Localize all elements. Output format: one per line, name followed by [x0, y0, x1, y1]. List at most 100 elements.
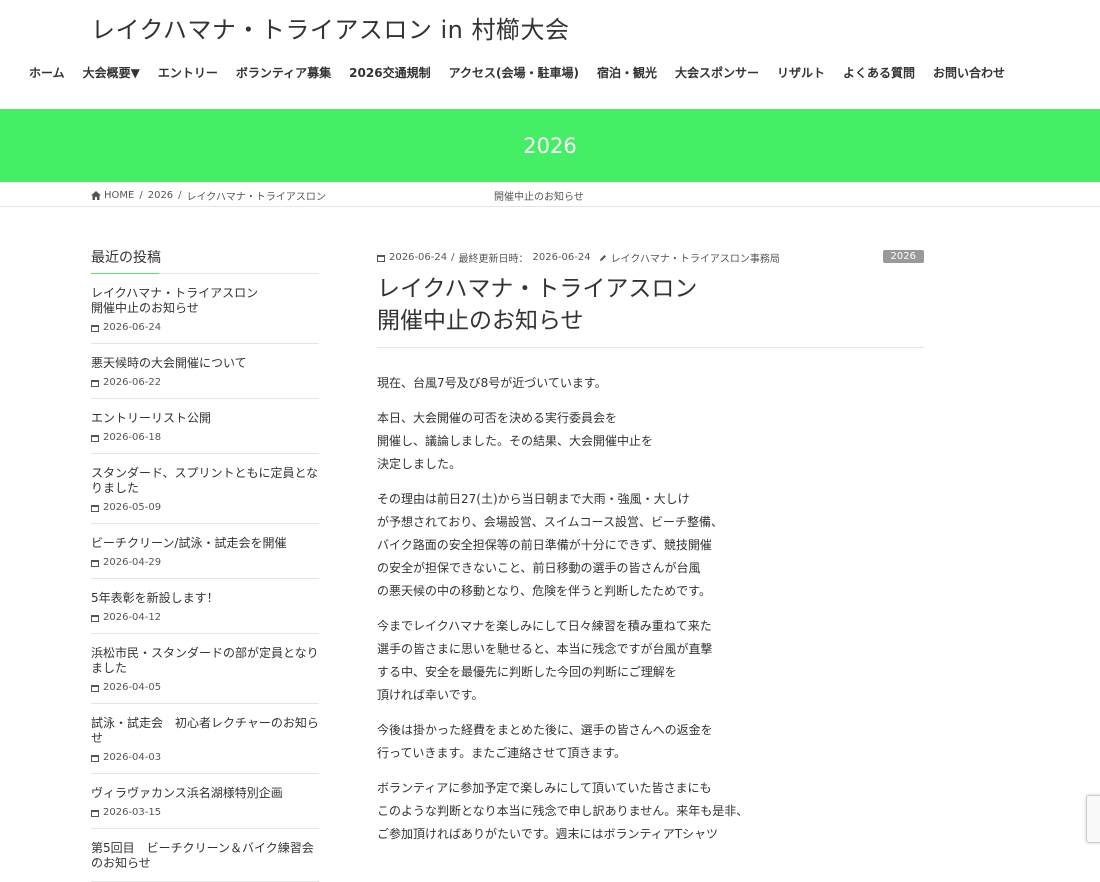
recent-post-link[interactable]: スタンダード、スプリントともに定員となりました	[91, 466, 319, 496]
post-author[interactable]: レイクハマナ・トライアスロン事務局	[611, 250, 780, 265]
breadcrumb-separator: /	[178, 190, 182, 201]
entry-content: 現在、台風7号及び8号が近づいています。 本日、大会開催の可否を決める実行委員会を…	[377, 372, 924, 846]
breadcrumb-home[interactable]: HOME	[104, 190, 134, 201]
recent-post-item: 第5回目 ビーチクリーン＆バイク練習会のお知らせ	[91, 829, 319, 882]
sidebar: 最近の投稿 レイクハマナ・トライアスロン 開催中止のお知らせ 2026-06-24…	[91, 247, 319, 882]
updated-label: 最終更新日時：	[458, 254, 529, 265]
paragraph: 現在、台風7号及び8号が近づいています。	[377, 372, 924, 395]
nav-item-entry[interactable]: エントリー	[158, 64, 218, 81]
nav-item-results[interactable]: リザルト	[777, 64, 825, 81]
calendar-icon	[91, 379, 99, 387]
banner-title: 2026	[523, 133, 577, 158]
paragraph: 本日、大会開催の可否を決める実行委員会を開催し、議論しました。その結果、大会開催…	[377, 407, 924, 476]
recent-post-link[interactable]: 悪天候時の大会開催について	[91, 356, 319, 371]
paragraph-line: 行っていきます。またご連絡させて頂きます。	[377, 746, 627, 760]
post-date: 2026-06-24	[389, 252, 448, 263]
calendar-icon	[91, 754, 99, 762]
calendar-icon	[91, 434, 99, 442]
recent-post-date-text: 2026-05-09	[103, 502, 162, 513]
recent-post-link[interactable]: 第5回目 ビーチクリーン＆バイク練習会のお知らせ	[91, 841, 319, 871]
recent-post-link[interactable]: 浜松市民・スタンダードの部が定員となりました	[91, 646, 319, 676]
paragraph-line: 現在、台風7号及び8号が近づいています。	[377, 376, 607, 390]
recent-posts-list: レイクハマナ・トライアスロン 開催中止のお知らせ 2026-06-24 悪天候時の大…	[91, 274, 319, 882]
recent-post-date-text: 2026-03-15	[103, 807, 162, 818]
paragraph-line: ご参加頂ければありがたいです。週末にはボランティアTシャツ	[377, 827, 719, 841]
breadcrumb-current-cont: 開催中止のお知らせ	[494, 192, 584, 203]
paragraph-line: ボランティアに参加予定で楽しみにして頂いていた皆さまにも	[377, 781, 712, 795]
breadcrumb-current: レイクハマナ・トライアスロン	[186, 192, 326, 203]
updated-date: 2026-06-24	[532, 252, 591, 263]
recent-post-date: 2026-06-22	[91, 377, 319, 388]
recent-post-date-text: 2026-06-24	[103, 322, 162, 333]
recent-post-date-text: 2026-04-03	[103, 752, 162, 763]
paragraph-line: 開催し、議論しました。その結果、大会開催中止を	[377, 434, 654, 448]
paragraph-line: 本日、大会開催の可否を決める実行委員会を	[377, 411, 618, 425]
calendar-icon	[91, 684, 99, 692]
main-article: 2026-06-24 / 最終更新日時： 2026-06-24 レイクハマナ・ト…	[377, 250, 924, 858]
paragraph-line: 決定しました。	[377, 457, 462, 471]
calendar-icon	[91, 504, 99, 512]
home-icon	[91, 191, 101, 200]
recent-post-item: 試泳・試走会 初心者レクチャーのお知らせ 2026-04-03	[91, 704, 319, 774]
recent-post-date-text: 2026-04-29	[103, 557, 162, 568]
calendar-icon	[91, 559, 99, 567]
recent-post-date-text: 2026-06-18	[103, 432, 162, 443]
breadcrumb-category[interactable]: 2026	[148, 190, 173, 201]
recent-post-link[interactable]: 5年表彰を新設します！	[91, 591, 319, 606]
meta-separator: /	[451, 252, 455, 263]
paragraph: その理由は前日27(土)から当日朝まで大雨・強風・大しけが予想されており、会場設…	[377, 488, 924, 603]
recent-post-link[interactable]: レイクハマナ・トライアスロン 開催中止のお知らせ	[91, 286, 319, 316]
nav-item-overview[interactable]: 大会概要▼	[83, 64, 140, 81]
global-nav: ホーム 大会概要▼ エントリー ボランティア募集 2026交通規制 アクセス(会…	[29, 64, 1023, 81]
nav-item-home[interactable]: ホーム	[29, 64, 65, 81]
paragraph-line: 選手の皆さまに思いを馳せると、本当に残念ですが台風が直撃	[377, 642, 713, 656]
paragraph-line: このような判断となり本当に残念で申し訳ありません。来年も是非、	[377, 804, 749, 818]
nav-item-contact[interactable]: お問い合わせ	[933, 64, 1005, 81]
recent-post-date: 2026-04-29	[91, 557, 319, 568]
recent-post-date-text: 2026-06-22	[103, 377, 162, 388]
nav-item-volunteer[interactable]: ボランティア募集	[236, 64, 331, 81]
nav-item-traffic[interactable]: 2026交通規制	[349, 64, 430, 81]
recent-post-link[interactable]: ヴィラヴァカンス浜名湖様特別企画	[91, 786, 319, 801]
recent-post-item: 5年表彰を新設します！ 2026-04-12	[91, 579, 319, 634]
recent-post-link[interactable]: 試泳・試走会 初心者レクチャーのお知らせ	[91, 716, 319, 746]
nav-item-lodging[interactable]: 宿泊・観光	[597, 64, 657, 81]
calendar-icon	[91, 809, 99, 817]
breadcrumb-separator: /	[139, 190, 143, 201]
recent-post-item: ビーチクリーン/試泳・試走会を開催 2026-04-29	[91, 524, 319, 579]
nav-item-faq[interactable]: よくある質問	[843, 64, 915, 81]
entry-title-line-1: レイクハマナ・トライアスロン	[377, 276, 698, 302]
calendar-icon	[91, 324, 99, 332]
category-badge[interactable]: 2026	[882, 250, 924, 263]
paragraph: ボランティアに参加予定で楽しみにして頂いていた皆さまにもこのような判断となり本当…	[377, 777, 924, 846]
recent-post-date: 2026-04-05	[91, 682, 319, 693]
post-meta: 2026-06-24 / 最終更新日時： 2026-06-24 レイクハマナ・ト…	[377, 250, 924, 265]
calendar-icon	[91, 614, 99, 622]
recent-post-date: 2026-03-15	[91, 807, 319, 818]
recent-post-item: レイクハマナ・トライアスロン 開催中止のお知らせ 2026-06-24	[91, 274, 319, 344]
paragraph-line: 今までレイクハマナを楽しみにして日々練習を積み重ねて来た	[377, 619, 712, 633]
paragraph: 今後は掛かった経費をまとめた後に、選手の皆さんへの返金を 行っていきます。またご連…	[377, 719, 924, 765]
paragraph-line: その理由は前日27(土)から当日朝まで大雨・強風・大しけ	[377, 492, 690, 506]
recent-post-date: 2026-06-24	[91, 322, 319, 333]
nav-item-access[interactable]: アクセス(会場・駐車場)	[449, 64, 579, 81]
nav-item-sponsors[interactable]: 大会スポンサー	[675, 64, 759, 81]
paragraph: 今までレイクハマナを楽しみにして日々練習を積み重ねて来た 選手の皆さまに思いを馳せ…	[377, 615, 924, 707]
recent-post-item: 浜松市民・スタンダードの部が定員となりました 2026-04-05	[91, 634, 319, 704]
breadcrumb: HOME / 2026 / レイクハマナ・トライアスロン 開催中止のお知らせ	[0, 182, 1100, 207]
paragraph-line: の悪天候の中の移動となり、危険を伴うと判断したためです。	[377, 584, 711, 598]
site-title[interactable]: レイクハマナ・トライアスロン in 村櫛大会	[91, 10, 569, 45]
paragraph-line: 今後は掛かった経費をまとめた後に、選手の皆さんへの返金を	[377, 723, 713, 737]
recaptcha-badge[interactable]	[1086, 795, 1100, 843]
paragraph-line: バイク路面の安全担保等の前日準備が十分にできず、競技開催	[377, 538, 712, 552]
entry-title: レイクハマナ・トライアスロン 開催中止のお知らせ	[377, 273, 924, 348]
paragraph-line: の安全が担保できないこと、前日移動の選手の皆さんが台風	[377, 561, 701, 575]
recent-post-item: ヴィラヴァカンス浜名湖様特別企画 2026-03-15	[91, 774, 319, 829]
recent-post-link[interactable]: エントリーリスト公開	[91, 411, 319, 426]
recent-post-date-text: 2026-04-05	[103, 682, 162, 693]
paragraph-line: が予想されており、会場設営、スイムコース設営、ビーチ整備、	[377, 515, 723, 529]
recent-post-date-text: 2026-04-12	[103, 612, 162, 623]
paragraph-line: する中、安全を最優先に判断した今回の判断にご理解を	[377, 665, 677, 679]
paragraph-line: 頂ければ幸いです。	[377, 688, 484, 702]
recent-post-link[interactable]: ビーチクリーン/試泳・試走会を開催	[91, 536, 319, 551]
